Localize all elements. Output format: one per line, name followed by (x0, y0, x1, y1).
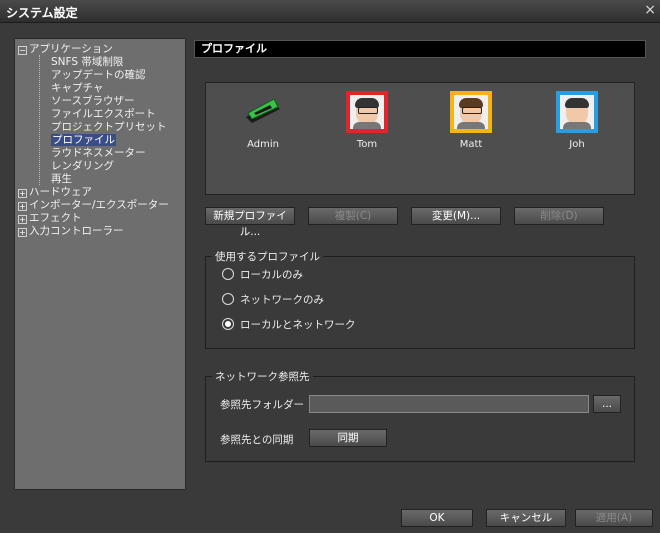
tree-item-loudness-meter[interactable]: ラウドネスメーター (15, 147, 185, 160)
use-profile-group: 使用するプロファイル ローカルのみ ネットワークのみ ローカルとネットワーク (205, 249, 635, 349)
profile-matt[interactable]: Matt (436, 91, 506, 150)
tree-item-snfs[interactable]: SNFS 帯域制限 (15, 56, 185, 69)
tree-item-label: ファイルエクスポート (51, 108, 156, 120)
tree-item-update-check[interactable]: アップデートの確認 (15, 69, 185, 82)
radio-local-and-network[interactable]: ローカルとネットワーク (222, 318, 356, 332)
edius-logo-icon (242, 91, 284, 133)
copy-profile-button[interactable]: 複製(C) (308, 207, 398, 225)
radio-local-only[interactable]: ローカルのみ (222, 268, 303, 282)
apply-button[interactable]: 適用(A) (575, 509, 653, 527)
profile-admin[interactable]: Admin (228, 91, 298, 150)
group-legend: ネットワーク参照先 (212, 369, 313, 384)
avatar-blue-icon (556, 91, 598, 133)
group-legend: 使用するプロファイル (212, 249, 323, 264)
profile-name: Admin (247, 139, 279, 150)
tree-item-hardware[interactable]: + ハードウェア (15, 186, 185, 199)
tree-item-label: アップデートの確認 (51, 69, 146, 81)
tree-item-importer-exporter[interactable]: + インポーター/エクスポーター (15, 199, 185, 212)
expand-icon[interactable]: + (18, 202, 27, 211)
tree-item-profile[interactable]: プロファイル (15, 134, 185, 147)
tree-item-label: ラウドネスメーター (51, 147, 146, 159)
expand-icon[interactable]: + (18, 228, 27, 237)
window-title: システム設定 (6, 6, 78, 20)
change-profile-button[interactable]: 変更(M)... (411, 207, 501, 225)
tree-item-label: インポーター/エクスポーター (29, 199, 169, 211)
tree-item-input-controller[interactable]: + 入力コントローラー (15, 225, 185, 238)
avatar-red-icon (346, 91, 388, 133)
tree-item-effects[interactable]: + エフェクト (15, 212, 185, 225)
profile-list[interactable]: Admin Tom Matt Joh (205, 82, 635, 195)
cancel-button[interactable]: キャンセル (486, 509, 566, 527)
tree-item-source-browser[interactable]: ソースブラウザー (15, 95, 185, 108)
radio-label: ローカルのみ (240, 269, 303, 281)
sync-button[interactable]: 同期 (309, 429, 387, 447)
radio-label: ローカルとネットワーク (240, 319, 356, 331)
avatar-orange-icon (450, 91, 492, 133)
expand-icon[interactable]: + (18, 189, 27, 198)
tree-item-rendering[interactable]: レンダリング (15, 160, 185, 173)
tree-item-label: アプリケーション (29, 43, 113, 55)
tree-item-application[interactable]: − アプリケーション (15, 43, 185, 56)
sync-label: 参照先との同期 (220, 434, 294, 446)
radio-button[interactable] (222, 268, 234, 280)
folder-input[interactable] (309, 395, 589, 413)
tree-item-label: レンダリング (51, 160, 114, 172)
delete-profile-button[interactable]: 削除(D) (514, 207, 604, 225)
radio-label: ネットワークのみ (240, 294, 324, 306)
profile-name: Joh (569, 139, 585, 150)
tree-item-project-preset[interactable]: プロジェクトプリセット (15, 121, 185, 134)
tree-item-label: SNFS 帯域制限 (51, 56, 124, 68)
settings-tree[interactable]: − アプリケーション SNFS 帯域制限 アップデートの確認 キャプチャ ソース… (14, 38, 186, 490)
radio-button[interactable] (222, 318, 234, 330)
profile-tom[interactable]: Tom (332, 91, 402, 150)
folder-label: 参照先フォルダー (220, 399, 304, 411)
tree-item-label: プロファイル (51, 134, 116, 146)
ok-button[interactable]: OK (401, 509, 473, 527)
tree-item-label: キャプチャ (51, 82, 104, 94)
tree-item-label: ハードウェア (29, 186, 92, 198)
radio-button[interactable] (222, 293, 234, 305)
new-profile-button[interactable]: 新規プロファイル... (205, 207, 295, 238)
profile-joh[interactable]: Joh (542, 91, 612, 150)
profile-name: Matt (459, 139, 483, 150)
title-bar: システム設定 × (0, 0, 660, 23)
section-title: プロファイル (194, 40, 646, 58)
tree-item-label: エフェクト (29, 212, 82, 224)
expand-icon[interactable]: + (18, 215, 27, 224)
radio-network-only[interactable]: ネットワークのみ (222, 293, 324, 307)
close-icon[interactable]: × (644, 2, 656, 18)
tree-item-playback[interactable]: 再生 (15, 173, 185, 186)
network-reference-group: ネットワーク参照先 参照先フォルダー ... 参照先との同期 同期 (205, 369, 635, 462)
browse-button[interactable]: ... (593, 395, 621, 413)
tree-item-label: プロジェクトプリセット (51, 121, 167, 133)
profile-name: Tom (356, 139, 378, 150)
tree-item-file-export[interactable]: ファイルエクスポート (15, 108, 185, 121)
tree-item-label: 再生 (51, 173, 72, 185)
collapse-icon[interactable]: − (18, 46, 27, 55)
tree-item-capture[interactable]: キャプチャ (15, 82, 185, 95)
tree-item-label: 入力コントローラー (29, 225, 124, 237)
tree-item-label: ソースブラウザー (51, 95, 135, 107)
